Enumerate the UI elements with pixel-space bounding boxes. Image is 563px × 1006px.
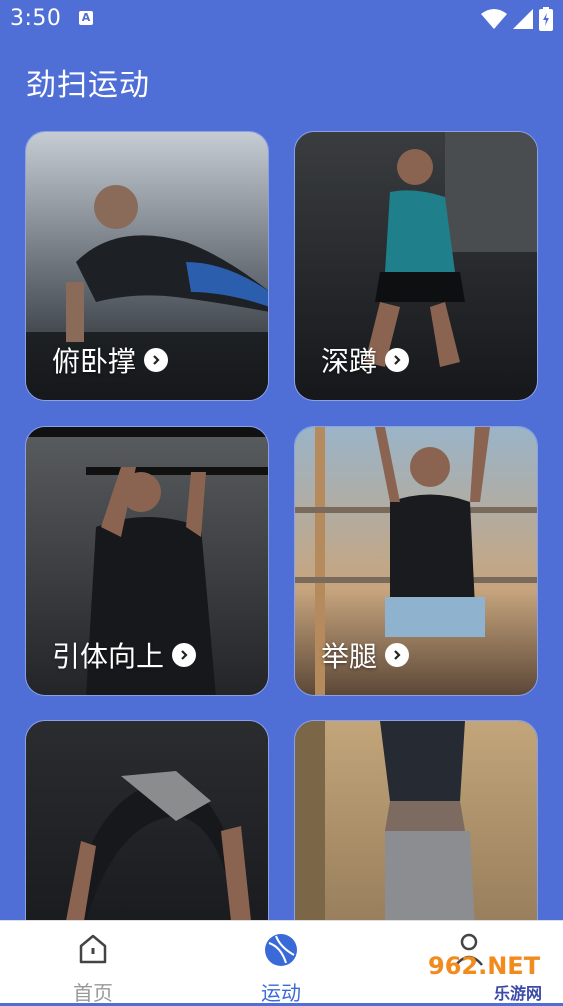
- nav-sport[interactable]: 运动: [201, 921, 361, 1005]
- wifi-icon: [481, 9, 507, 29]
- watermark-brand: 962.NET: [428, 952, 541, 980]
- workout-label: 深蹲: [321, 340, 410, 380]
- battery-icon: [539, 7, 553, 31]
- workout-label: 俯卧撑: [52, 340, 169, 380]
- chevron-right-icon: [144, 348, 169, 372]
- sport-ball-icon: [265, 934, 297, 966]
- home-icon: [79, 934, 107, 964]
- nav-home[interactable]: 首页: [13, 921, 173, 1005]
- status-icons: [481, 7, 553, 31]
- chevron-right-icon: [172, 643, 197, 667]
- workout-card-pushup[interactable]: 俯卧撑: [25, 131, 269, 401]
- workout-card-squat[interactable]: 深蹲: [294, 131, 538, 401]
- workout-label-text: 俯卧撑: [52, 345, 137, 378]
- notification-icon: A: [79, 11, 93, 25]
- workout-label-text: 深蹲: [321, 345, 378, 378]
- watermark: 962.NET 乐游网: [428, 948, 563, 1003]
- workout-label-text: 举腿: [321, 640, 378, 673]
- chevron-right-icon: [385, 348, 410, 372]
- workout-label: 举腿: [321, 635, 410, 675]
- chevron-right-icon: [385, 643, 410, 667]
- signal-icon: [513, 9, 533, 29]
- status-bar: 3:50 A: [0, 0, 563, 38]
- page-title: 劲扫运动: [26, 68, 150, 103]
- workout-card-pullup[interactable]: 引体向上: [25, 426, 269, 696]
- workout-card-leg-raise[interactable]: 举腿: [294, 426, 538, 696]
- status-time: 3:50: [10, 6, 62, 31]
- watermark-sub: 乐游网: [494, 984, 543, 1003]
- workout-label: 引体向上: [52, 635, 197, 675]
- workout-label-text: 引体向上: [52, 640, 165, 673]
